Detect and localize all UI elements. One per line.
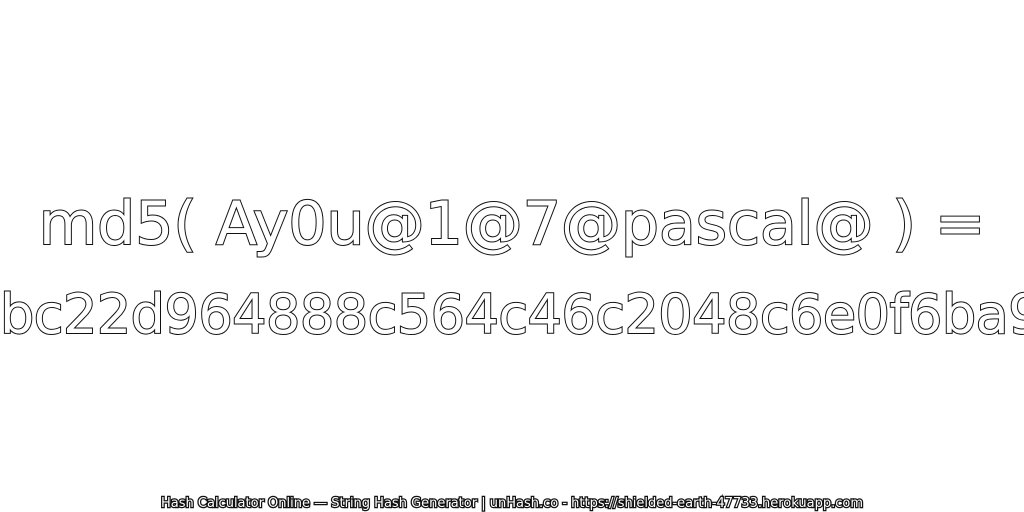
hash-expression-text: md5( Ay0u@1@7@pascal@ ) = <box>38 188 987 260</box>
footer-credit-text: Hash Calculator Online — String Hash Gen… <box>160 495 864 512</box>
hash-result-text: bc22d964888c564c46c2048c6e0f6ba9 <box>0 282 1024 347</box>
hash-image-canvas: md5( Ay0u@1@7@pascal@ ) = bc22d964888c56… <box>0 0 1024 512</box>
